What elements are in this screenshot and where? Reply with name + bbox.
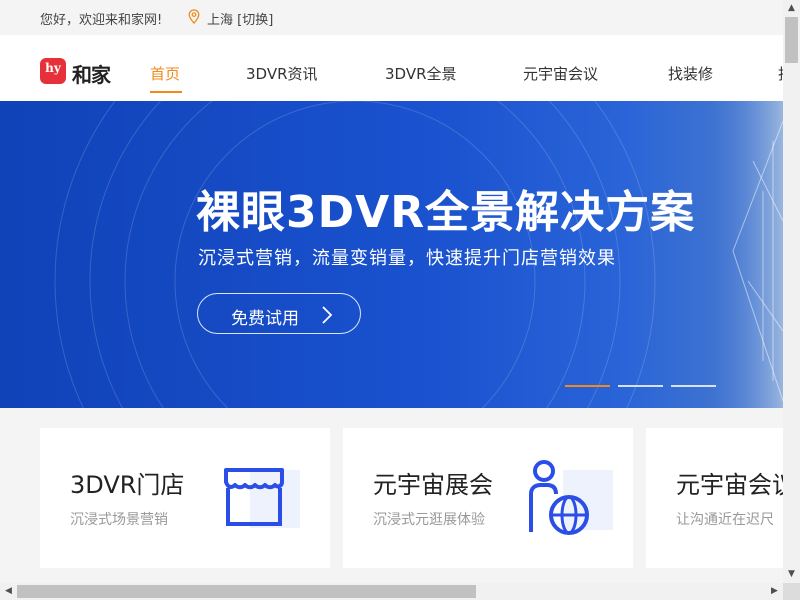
card-subtitle: 沉浸式元逛展体验 [373,512,485,528]
logo-text: 和家 [72,63,111,87]
nav-home[interactable]: 首页 [150,63,180,84]
storefront-icon [224,468,300,528]
nav-3dvr-panorama[interactable]: 3DVR全景 [385,63,457,84]
carousel-dot-3[interactable] [671,385,716,387]
scrollbar-corner [783,583,800,600]
person-globe-icon [529,460,613,535]
card-metaverse-expo[interactable]: 元宇宙展会 沉浸式元逛展体验 [343,428,633,568]
nav-find-decoration[interactable]: 找装修 [668,63,713,84]
city-skyline-illustration [693,101,783,408]
nav-3dvr-news[interactable]: 3DVR资讯 [246,63,318,84]
card-title: 元宇宙会议 [676,471,783,499]
vertical-scroll-thumb[interactable] [785,17,798,63]
page-viewport: 您好，欢迎来和家网! 上海 [切换] hy 和家 首页 3DVR资讯 3DVR全… [0,0,783,583]
vertical-scrollbar[interactable]: ▲ ▼ [783,0,800,583]
carousel-dot-2[interactable] [618,385,663,387]
hero-banner[interactable]: 裸眼3DVR全景解决方案 沉浸式营销，流量变销量，快速提升门店营销效果 免费试用 [0,101,783,408]
nav-active-indicator [150,91,182,93]
card-title: 3DVR门店 [70,471,185,499]
chevron-right-icon [322,306,333,324]
scroll-down-arrow-icon[interactable]: ▼ [783,566,800,583]
scroll-up-arrow-icon[interactable]: ▲ [783,0,800,17]
free-trial-label: 免费试用 [231,309,299,329]
card-3dvr-store[interactable]: 3DVR门店 沉浸式场景营销 [40,428,330,568]
banner-subtitle: 沉浸式营销，流量变销量，快速提升门店营销效果 [198,248,616,269]
card-title: 元宇宙展会 [373,471,493,499]
card-subtitle: 沉浸式场景营销 [70,512,168,528]
horizontal-scrollbar[interactable]: ◀ ▶ [0,583,783,600]
logo-mark-icon: hy [40,58,66,84]
top-bar: 您好，欢迎来和家网! 上海 [切换] [0,0,783,35]
city-switch-link[interactable]: 上海 [切换] [207,9,273,28]
horizontal-scroll-thumb[interactable] [17,585,476,598]
nav-metaverse-meeting[interactable]: 元宇宙会议 [523,63,598,84]
greeting-text: 您好，欢迎来和家网! [40,13,163,28]
scroll-left-arrow-icon[interactable]: ◀ [0,583,17,600]
location-pin-icon [188,9,200,24]
card-metaverse-meeting[interactable]: 元宇宙会议 让沟通近在迟尺 [646,428,783,568]
card-subtitle: 让沟通近在迟尺 [676,512,774,528]
site-logo[interactable]: hy 和家 [40,58,120,88]
carousel-dot-1[interactable] [565,385,610,387]
scroll-right-arrow-icon[interactable]: ▶ [766,583,783,600]
free-trial-button[interactable]: 免费试用 [197,293,361,334]
banner-title: 裸眼3DVR全景解决方案 [196,187,696,238]
